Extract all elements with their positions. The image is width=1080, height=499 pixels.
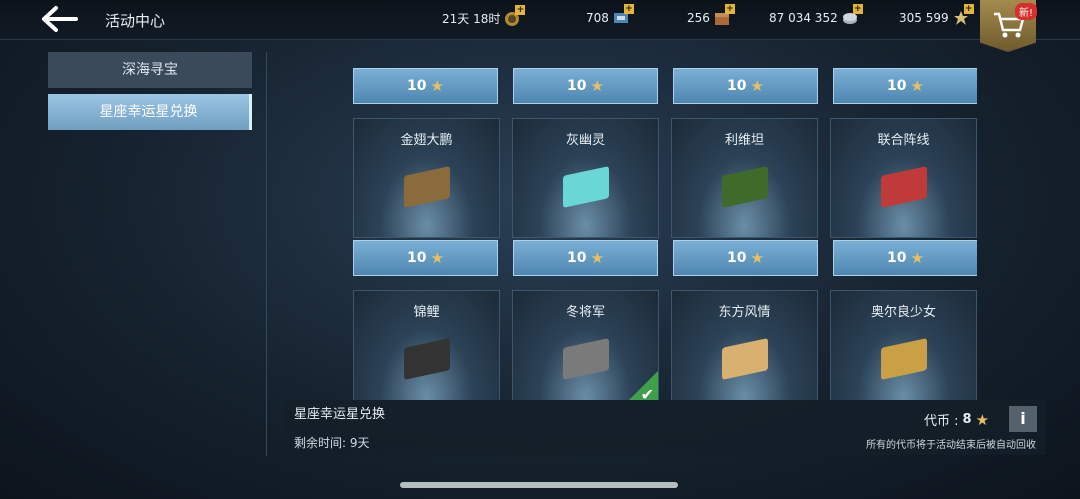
top-bar: 活动中心 21天 18时 + 708 + 256 + 87 034 352 + … [0,0,1080,52]
price-button[interactable]: 10 ★ [513,240,658,276]
camo-name: 灰幽灵 [565,133,605,148]
camo-card[interactable]: 锦鲤 [353,290,500,400]
event-info-bar: 星座幸运星兑换 剩余时间: 9天 代币 : 8 ★ i 所有的代币将于活动结束后… [284,400,1046,455]
camo-name: 冬将军 [565,305,605,320]
token-star-icon: ★ [590,77,604,95]
silver-icon: + [842,4,863,26]
camo-card[interactable]: 灰幽灵 [512,118,659,238]
price-value: 10 [727,250,747,266]
camo-card[interactable]: 奥尔良少女 [830,290,977,400]
free-xp-icon: + [953,4,974,26]
plus-icon: + [852,4,863,14]
camo-card[interactable]: 金翅大鹏 [353,118,500,238]
token-star-icon: ★ [430,249,444,267]
tickets-value: 708 [586,11,609,25]
price-button[interactable]: 10 ★ [833,240,977,276]
owned-check-icon: ✔ [620,371,658,400]
token-star-icon: ★ [750,77,764,95]
camo-name: 利维坦 [724,133,764,148]
camo-flag-icon [563,166,609,208]
back-arrow-icon [42,6,78,32]
sidebar-divider [266,52,267,456]
sidebar-item-star-exchange[interactable]: 星座幸运星兑换 [48,94,252,130]
camo-card[interactable]: 利维坦 [671,118,818,238]
plus-icon: + [515,4,526,15]
sidebar: 深海寻宝 星座幸运星兑换 [48,52,252,136]
new-badge: 新! [1015,3,1038,20]
price-button[interactable]: 10 ★ [673,240,818,276]
token-star-icon: ★ [750,249,764,267]
card-row: 锦鲤 冬将军 ✔ 东方风情 奥尔良少女 [353,290,977,400]
plus-icon: + [963,4,974,14]
camo-card[interactable]: 东方风情 [671,290,818,400]
page-title: 活动中心 [105,12,166,30]
chests[interactable]: 256 + [687,4,735,26]
price-value: 10 [887,78,907,94]
free-xp[interactable]: 305 599 + [899,4,974,26]
price-button[interactable]: 10 ★ [833,68,977,104]
price-value: 10 [567,78,587,94]
token-star-icon: ★ [910,77,924,95]
price-value: 10 [407,78,427,94]
chest-icon: + [714,4,735,26]
token-star-icon: ★ [590,249,604,267]
silver-value: 87 034 352 [769,11,838,25]
token-star-icon: ★ [975,410,990,429]
camo-name: 奥尔良少女 [870,305,936,320]
home-indicator[interactable] [400,482,678,488]
camo-flag-icon [404,338,450,380]
camo-name: 锦鲤 [413,305,440,320]
price-value: 10 [887,250,907,266]
ticket-icon: + [613,4,634,26]
season-timer[interactable]: 21天 18时 + [442,4,526,27]
plus-icon: + [724,4,735,14]
camo-card[interactable]: 冬将军 ✔ [512,290,659,400]
chests-value: 256 [687,11,710,25]
camo-flag-icon [563,338,609,380]
token-balance: 代币 : 8 ★ [924,410,990,430]
camo-card[interactable]: 联合阵线 [830,118,977,238]
camo-flag-icon [722,166,768,208]
camo-flag-icon [722,338,768,380]
token-star-icon: ★ [910,249,924,267]
price-value: 10 [407,250,427,266]
price-value: 10 [567,250,587,266]
price-button[interactable]: 10 ★ [353,240,498,276]
silver[interactable]: 87 034 352 + [769,4,863,26]
exchange-grid[interactable]: 10 ★ 10 ★ 10 ★ 10 ★ 金翅大鹏 灰幽灵 利维坦 联合阵线 10 ★ 10… [353,48,977,400]
price-button[interactable]: 10 ★ [353,68,498,104]
info-button[interactable]: i [1009,406,1037,432]
back-button[interactable] [40,5,80,33]
card-row: 金翅大鹏 灰幽灵 利维坦 联合阵线 [353,118,977,238]
season-timer-value: 21天 18时 [442,12,501,26]
token-notice: 所有的代币将于活动结束后被自动回收 [866,440,1036,451]
price-value: 10 [727,78,747,94]
token-label: 代币 : [924,414,959,429]
price-row: 10 ★ 10 ★ 10 ★ 10 ★ [353,240,977,276]
camo-flag-icon [881,166,927,208]
remaining-time: 剩余时间: 9天 [294,436,370,450]
token-value: 8 [962,412,972,427]
free-xp-value: 305 599 [899,11,949,25]
season-icon: + [504,4,526,27]
price-button[interactable]: 10 ★ [673,68,818,104]
sidebar-item-deep-sea[interactable]: 深海寻宝 [48,52,252,88]
token-star-icon: ★ [430,77,444,95]
event-title: 星座幸运星兑换 [294,407,386,422]
price-row: 10 ★ 10 ★ 10 ★ 10 ★ [353,68,977,104]
camo-name: 东方风情 [718,305,771,320]
camo-flag-icon [881,338,927,380]
camo-name: 金翅大鹏 [400,133,453,148]
camo-name: 联合阵线 [877,133,930,148]
tickets[interactable]: 708 + [586,4,634,26]
camo-flag-icon [404,166,450,208]
price-button[interactable]: 10 ★ [513,68,658,104]
plus-icon: + [623,4,634,14]
